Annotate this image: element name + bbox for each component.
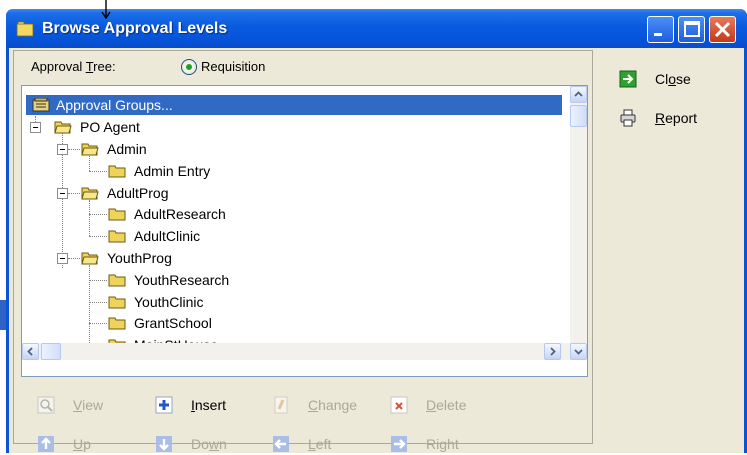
minimize-icon: [654, 33, 662, 36]
folder-icon: [108, 274, 126, 287]
left-button[interactable]: Left: [272, 433, 372, 455]
window-title: Browse Approval Levels: [42, 20, 228, 37]
tree-node-admin[interactable]: Admin: [22, 139, 562, 159]
exit-icon: [619, 70, 637, 88]
change-button[interactable]: Change: [272, 394, 372, 416]
open-folder-icon: [54, 121, 72, 134]
folder-icon: [108, 230, 126, 243]
scroll-down-button[interactable]: [570, 343, 587, 360]
chevron-down-icon: [574, 349, 583, 355]
tree-node-label: AdultProg: [107, 185, 169, 201]
minimize-button[interactable]: [647, 16, 674, 43]
maximize-button[interactable]: [678, 16, 705, 43]
scroll-left-button[interactable]: [22, 343, 39, 360]
approval-groups-icon: [32, 98, 50, 112]
collapse-icon[interactable]: [57, 188, 68, 199]
tree-node-youthclinic[interactable]: YouthClinic: [22, 292, 562, 312]
open-folder-icon: [81, 252, 99, 265]
change-button-label: Change: [308, 397, 358, 413]
report-button[interactable]: Report: [619, 107, 729, 129]
chevron-right-icon: [550, 347, 556, 356]
magnifier-icon: [37, 396, 55, 414]
up-button-label: Up: [73, 436, 91, 452]
tree-node-label: AdultResearch: [134, 206, 226, 222]
chevron-left-icon: [27, 347, 33, 356]
approval-tree-view[interactable]: Approval Groups... PO Agent Admin Admin …: [21, 85, 588, 377]
scroll-up-button[interactable]: [570, 86, 587, 103]
tree-root-item[interactable]: Approval Groups...: [26, 95, 562, 115]
tree-node-label: YouthResearch: [134, 272, 230, 288]
tree-node-label: AdultClinic: [134, 228, 201, 244]
tree-root-label: Approval Groups...: [56, 97, 173, 113]
folder-icon: [16, 21, 34, 37]
delete-button[interactable]: Delete: [390, 394, 490, 416]
maximize-icon: [684, 21, 700, 37]
view-button[interactable]: View: [37, 394, 137, 416]
vertical-scroll-thumb[interactable]: [570, 105, 587, 127]
folder-icon: [108, 208, 126, 221]
title-bar[interactable]: Browse Approval Levels: [6, 9, 747, 48]
down-button-label: Down: [191, 436, 227, 452]
arrow-up-icon: [38, 436, 54, 452]
close-button[interactable]: Close: [619, 68, 729, 90]
horizontal-scrollbar[interactable]: [22, 343, 571, 360]
arrow-down-icon: [156, 436, 172, 452]
requisition-radio-label[interactable]: Requisition: [201, 59, 265, 74]
tree-node-label: GrantSchool: [134, 315, 212, 331]
close-icon: [714, 21, 731, 38]
tree-node-label: Admin: [107, 141, 147, 157]
tree-node-youthresearch[interactable]: YouthResearch: [22, 270, 562, 290]
horizontal-scroll-thumb[interactable]: [41, 343, 61, 360]
folder-icon: [108, 165, 126, 178]
down-button[interactable]: Down: [155, 433, 255, 455]
arrow-left-icon: [273, 436, 289, 452]
tree-node-adultclinic[interactable]: AdultClinic: [22, 226, 562, 246]
delete-icon: [390, 396, 408, 414]
insert-button-label: Insert: [191, 397, 227, 413]
tree-node-label: PO Agent: [80, 119, 140, 135]
insert-icon: [155, 396, 173, 414]
tree-node-adultprog[interactable]: AdultProg: [22, 183, 562, 203]
right-button[interactable]: Right: [390, 433, 490, 455]
tree-node-label: YouthProg: [107, 250, 172, 266]
open-folder-icon: [81, 187, 99, 200]
scroll-right-button[interactable]: [544, 343, 561, 360]
up-button[interactable]: Up: [37, 433, 137, 455]
view-button-label: View: [73, 397, 104, 413]
approval-tree-label: Approval Tree:: [31, 59, 116, 74]
tree-node-label: YouthClinic: [134, 294, 204, 310]
tree-node-youthprog[interactable]: YouthProg: [22, 248, 562, 268]
tree-node-adultresearch[interactable]: AdultResearch: [22, 204, 562, 224]
close-button-label: Close: [655, 71, 691, 87]
folder-icon: [108, 317, 126, 330]
mouse-cursor-icon: [101, 0, 111, 20]
printer-icon: [620, 109, 636, 127]
open-folder-icon: [81, 143, 99, 156]
right-button-label: Right: [426, 436, 459, 452]
requisition-radio[interactable]: [181, 59, 197, 75]
left-button-label: Left: [308, 436, 332, 452]
collapse-icon[interactable]: [57, 144, 68, 155]
tree-node-grantschool[interactable]: GrantSchool: [22, 313, 562, 333]
report-button-label: Report: [655, 110, 698, 126]
arrow-right-icon: [391, 436, 407, 452]
tree-node-po-agent[interactable]: PO Agent: [22, 117, 562, 137]
tree-node-admin-entry[interactable]: Admin Entry: [22, 161, 562, 181]
delete-button-label: Delete: [426, 397, 467, 413]
collapse-icon[interactable]: [57, 253, 68, 264]
chevron-up-icon: [574, 91, 583, 97]
vertical-scrollbar[interactable]: [570, 86, 587, 343]
tree-node-label: Admin Entry: [134, 163, 211, 179]
close-window-button[interactable]: [709, 16, 736, 43]
pencil-icon: [274, 396, 288, 414]
insert-button[interactable]: Insert: [155, 394, 255, 416]
collapse-icon[interactable]: [30, 122, 41, 133]
folder-icon: [108, 296, 126, 309]
